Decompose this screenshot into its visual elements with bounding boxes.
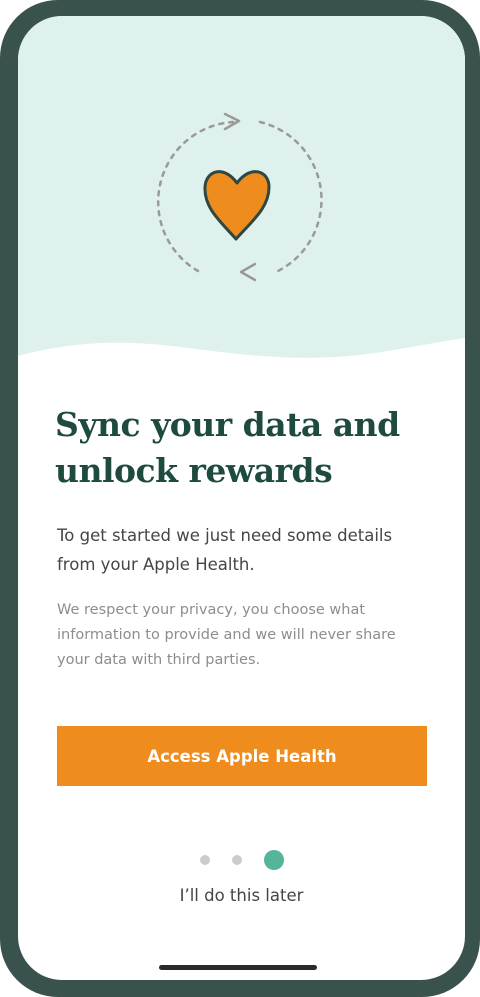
home-indicator[interactable] [159, 965, 317, 970]
page-dot-3-active[interactable] [263, 849, 284, 870]
privacy-line-1: We respect your privacy, you choose what [57, 602, 366, 618]
privacy-line-3: your data with third parties. [57, 652, 261, 668]
hero-illustration-area [18, 16, 465, 376]
screen: Sync your data and unlock rewards To get… [18, 16, 465, 980]
privacy-line-2: information to provide and we will never… [57, 627, 396, 643]
privacy-note: We respect your privacy, you choose what… [57, 598, 427, 673]
access-apple-health-button[interactable]: Access Apple Health [57, 726, 427, 786]
device-frame: Sync your data and unlock rewards To get… [0, 0, 480, 997]
heart-sync-icon [157, 112, 323, 282]
title-line-1: Sync your data and [55, 405, 400, 444]
do-this-later-link[interactable]: I’ll do this later [18, 886, 465, 905]
page-indicator [18, 849, 465, 870]
page-title: Sync your data and unlock rewards [55, 402, 435, 494]
hero-wave-divider [18, 338, 465, 376]
lead-line-2: from your Apple Health. [57, 555, 255, 574]
page-dot-1[interactable] [199, 854, 210, 865]
lead-text: To get started we just need some details… [57, 521, 427, 579]
lead-line-1: To get started we just need some details [57, 526, 393, 545]
title-line-2: unlock rewards [55, 451, 333, 490]
page-dot-2[interactable] [231, 854, 242, 865]
